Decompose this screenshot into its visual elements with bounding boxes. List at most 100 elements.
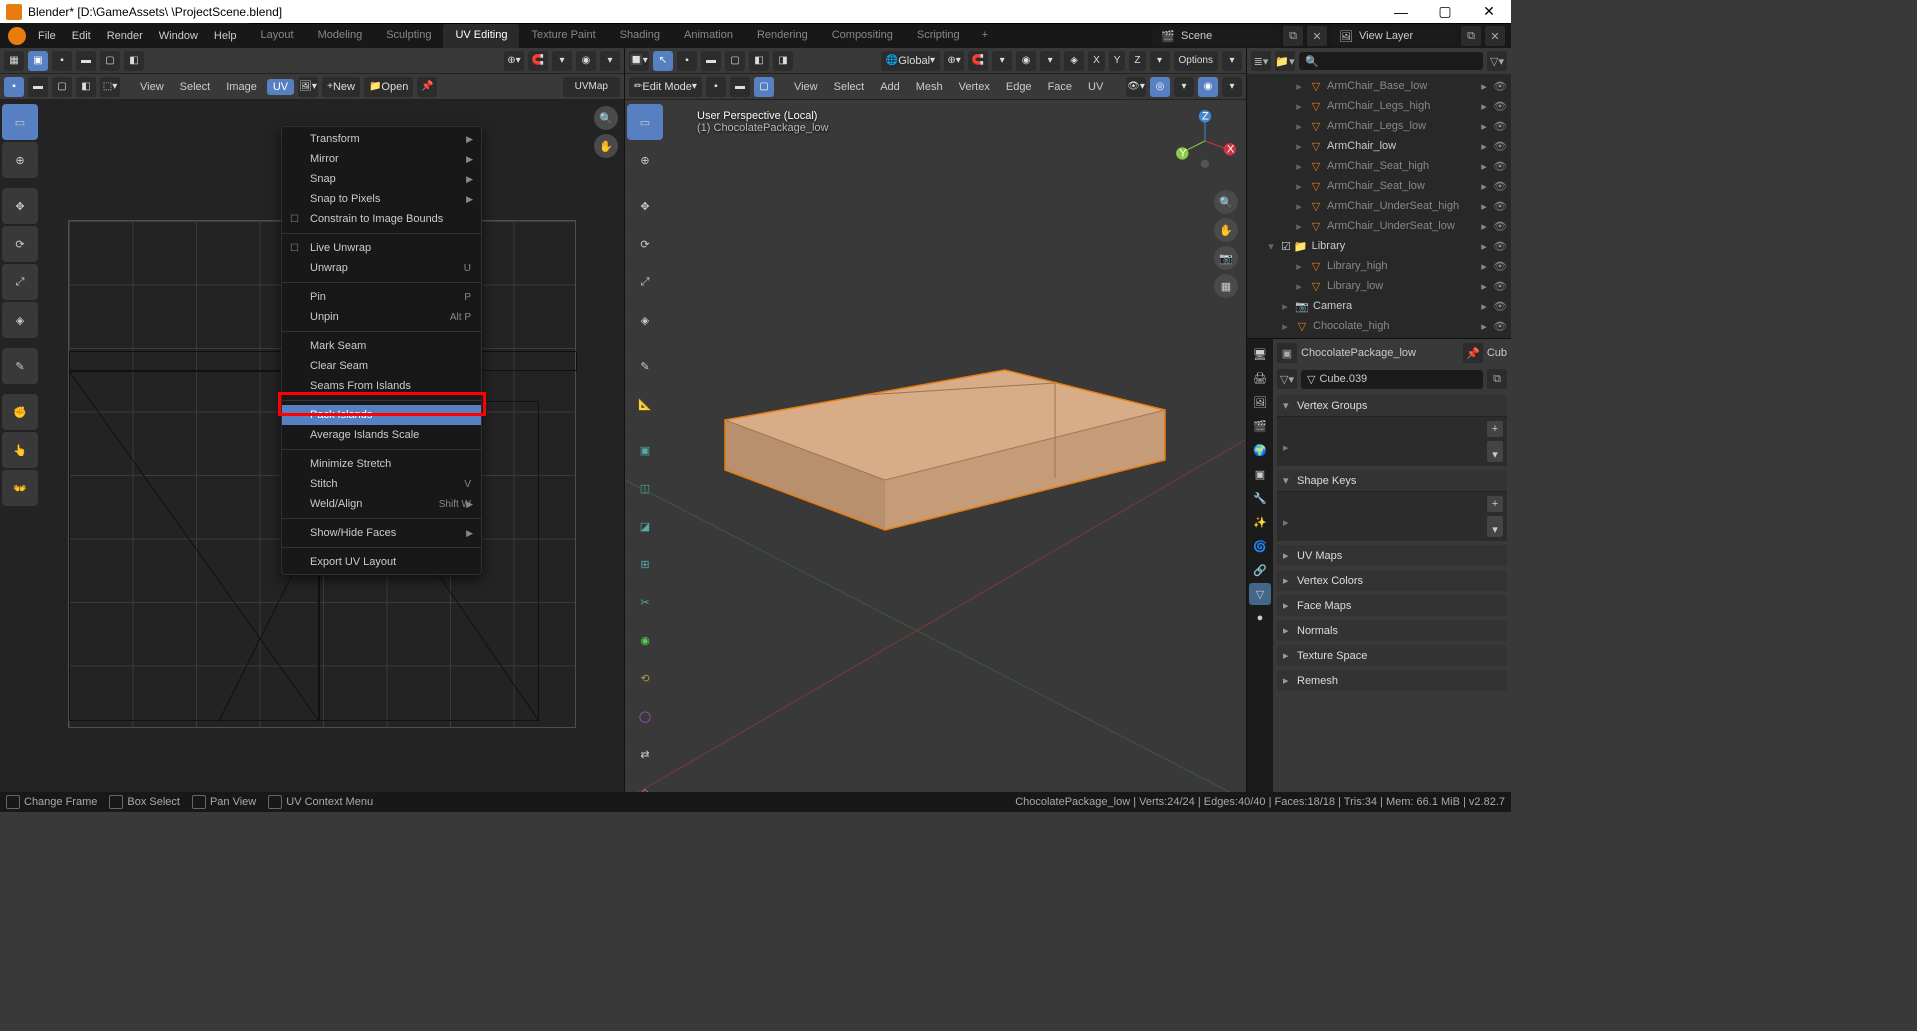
outliner-item[interactable]: ▸▽Library_low▸👁 <box>1247 276 1511 296</box>
uv-sel-vert[interactable]: ▪ <box>4 77 24 97</box>
uv-new-image-button[interactable]: + New <box>322 77 360 97</box>
viewlayer-selector[interactable]: 🖼 <box>1331 27 1457 46</box>
uv-menu-item-mark-seam[interactable]: Mark Seam <box>282 336 481 356</box>
uv-menu-item-constrain-to-image-bounds[interactable]: Constrain to Image Bounds☐ <box>282 209 481 229</box>
vp-menu-mesh[interactable]: Mesh <box>910 81 949 93</box>
eye-icon[interactable]: 👁 <box>1493 300 1507 313</box>
eye-icon[interactable]: 👁 <box>1493 200 1507 213</box>
arrow-icon[interactable]: ▸ <box>1477 240 1491 253</box>
tool-scale[interactable]: ⤢ <box>2 264 38 300</box>
vp-menu-face[interactable]: Face <box>1042 81 1078 93</box>
vp-options[interactable]: Options <box>1174 51 1218 71</box>
eye-icon[interactable]: 👁 <box>1493 220 1507 233</box>
eye-icon[interactable]: 👁 <box>1493 160 1507 173</box>
tool-grab[interactable]: ✊ <box>2 394 38 430</box>
uvmap-selector[interactable]: UVMap <box>563 77 620 97</box>
uv-snap-type[interactable]: ▾ <box>552 51 572 71</box>
vp-selmode-edge[interactable]: ▬ <box>701 51 721 71</box>
uv-menu-item-clear-seam[interactable]: Clear Seam <box>282 356 481 376</box>
ptab-scene[interactable]: 🎬 <box>1249 415 1271 437</box>
vp-menu-vertex[interactable]: Vertex <box>953 81 996 93</box>
ptab-particle[interactable]: ✨ <box>1249 511 1271 533</box>
eye-icon[interactable]: 👁 <box>1493 120 1507 133</box>
pivot-selector[interactable]: ⊕▾ <box>944 51 964 71</box>
vp-selmode-extra2[interactable]: ◨ <box>773 51 793 71</box>
viewlayer-name-input[interactable] <box>1359 30 1449 42</box>
ptab-material[interactable]: ● <box>1249 607 1271 629</box>
viewlayer-new-button[interactable]: ⧉ <box>1461 26 1481 46</box>
mesh-automerge[interactable]: ◈ <box>1064 51 1084 71</box>
vp-menu-uv[interactable]: UV <box>1082 81 1109 93</box>
outliner-search[interactable]: 🔍 <box>1299 52 1483 70</box>
vp-options-dd[interactable]: ▾ <box>1222 51 1242 71</box>
ptab-modifier[interactable]: 🔧 <box>1249 487 1271 509</box>
ptab-mesh-data[interactable]: ▽ <box>1249 583 1271 605</box>
outliner-item[interactable]: ▸▽Chocolate_high▸👁 <box>1247 316 1511 336</box>
minimize-button[interactable]: — <box>1379 0 1423 23</box>
uv-menu-image[interactable]: Image <box>220 81 263 93</box>
uv-menu-item-stitch[interactable]: StitchV <box>282 474 481 494</box>
specials-button[interactable]: ▾ <box>1487 446 1503 462</box>
arrow-icon[interactable]: ▸ <box>1477 280 1491 293</box>
mesh-data-users[interactable]: ⧉ <box>1487 369 1507 389</box>
outliner-item[interactable]: ▸▽ArmChair_UnderSeat_low▸👁 <box>1247 216 1511 236</box>
tab-layout[interactable]: Layout <box>249 24 306 48</box>
snap-toggle[interactable]: 🧲 <box>968 51 988 71</box>
outliner-item[interactable]: ▸▽ArmChair_Seat_low▸👁 <box>1247 176 1511 196</box>
tool-transform[interactable]: ◈ <box>2 302 38 338</box>
outliner-item[interactable]: ▸▽ArmChair_Base_low▸👁 <box>1247 76 1511 96</box>
mirror-z[interactable]: Z <box>1129 51 1145 71</box>
vp-overlays-dd[interactable]: ▾ <box>1222 77 1242 97</box>
uv-menu-item-average-islands-scale[interactable]: Average Islands Scale <box>282 425 481 445</box>
outliner-item[interactable]: ▸▽ArmChair_UnderSeat_high▸👁 <box>1247 196 1511 216</box>
tool-annotate[interactable]: ✎ <box>2 348 38 384</box>
uv-menu-item-snap[interactable]: Snap▶ <box>282 169 481 189</box>
tool-relax[interactable]: 👆 <box>2 432 38 468</box>
outliner-display-mode[interactable]: 📁▾ <box>1275 51 1295 71</box>
uv-pan-button[interactable]: ✋ <box>594 134 618 158</box>
vp-gizmos-toggle[interactable]: ◎ <box>1150 77 1170 97</box>
uv-sel-edge[interactable]: ▬ <box>28 77 48 97</box>
ptab-render[interactable]: 🖥 <box>1249 343 1271 365</box>
ptab-viewlayer[interactable]: 🖼 <box>1249 391 1271 413</box>
uv-selmode-vert[interactable]: ▪ <box>52 51 72 71</box>
uv-menu-item-unpin[interactable]: UnpinAlt P <box>282 307 481 327</box>
viewport-editor-type[interactable]: 🔲▾ <box>629 51 649 71</box>
uv-menu-item-seams-from-islands[interactable]: Seams From Islands <box>282 376 481 396</box>
uv-menu-item-transform[interactable]: Transform▶ <box>282 129 481 149</box>
arrow-icon[interactable]: ▸ <box>1477 260 1491 273</box>
eye-icon[interactable]: 👁 <box>1493 180 1507 193</box>
tab-rendering[interactable]: Rendering <box>745 24 820 48</box>
vp-seledit-edge[interactable]: ▬ <box>730 77 750 97</box>
tab-sculpting[interactable]: Sculpting <box>374 24 443 48</box>
viewport-3d-area[interactable]: ▭ ⊕ ✥ ⟳ ⤢ ◈ ✎ 📐 ▣ ◫ ◪ ⊞ ✂ ◉ ⟲ ◯ ⇄ ◇ <box>625 100 1246 792</box>
specials-button[interactable]: ▾ <box>1487 521 1503 537</box>
outliner-item[interactable]: ▸▽ArmChair_low▸👁 <box>1247 136 1511 156</box>
snap-type[interactable]: ▾ <box>992 51 1012 71</box>
uv-menu-view[interactable]: View <box>134 81 170 93</box>
eye-icon[interactable]: 👁 <box>1493 260 1507 273</box>
outliner-item[interactable]: ▸▽ArmChair_Legs_high▸👁 <box>1247 96 1511 116</box>
ptab-constraint[interactable]: 🔗 <box>1249 559 1271 581</box>
scene-delete-button[interactable]: ✕ <box>1307 26 1327 46</box>
uv-menu-item-pin[interactable]: PinP <box>282 287 481 307</box>
ptab-physics[interactable]: 🌀 <box>1249 535 1271 557</box>
uv-menu-item-mirror[interactable]: Mirror▶ <box>282 149 481 169</box>
tab-animation[interactable]: Animation <box>672 24 745 48</box>
uv-menu-item-weld-align[interactable]: Weld/Align▶Shift W <box>282 494 481 514</box>
tab-modeling[interactable]: Modeling <box>306 24 375 48</box>
vp-menu-view[interactable]: View <box>788 81 824 93</box>
vp-seledit-face[interactable]: ▢ <box>754 77 774 97</box>
vp-menu-edge[interactable]: Edge <box>1000 81 1038 93</box>
scene-selector[interactable]: 🎬 <box>1153 27 1279 46</box>
menu-file[interactable]: File <box>30 26 64 46</box>
uv-menu-item-snap-to-pixels[interactable]: Snap to Pixels▶ <box>282 189 481 209</box>
mesh-data-name-field[interactable]: ▽ Cube.039 <box>1301 370 1483 389</box>
uv-snap-toggle[interactable]: 🧲 <box>528 51 548 71</box>
tool-pinch[interactable]: 👐 <box>2 470 38 506</box>
outliner-item[interactable]: ▸▽ArmChair_Seat_high▸👁 <box>1247 156 1511 176</box>
eye-icon[interactable]: 👁 <box>1493 280 1507 293</box>
vp-selmode-extra1[interactable]: ◧ <box>749 51 769 71</box>
scene-name-input[interactable] <box>1181 30 1271 42</box>
uv-menu-item-live-unwrap[interactable]: Live Unwrap☐ <box>282 238 481 258</box>
